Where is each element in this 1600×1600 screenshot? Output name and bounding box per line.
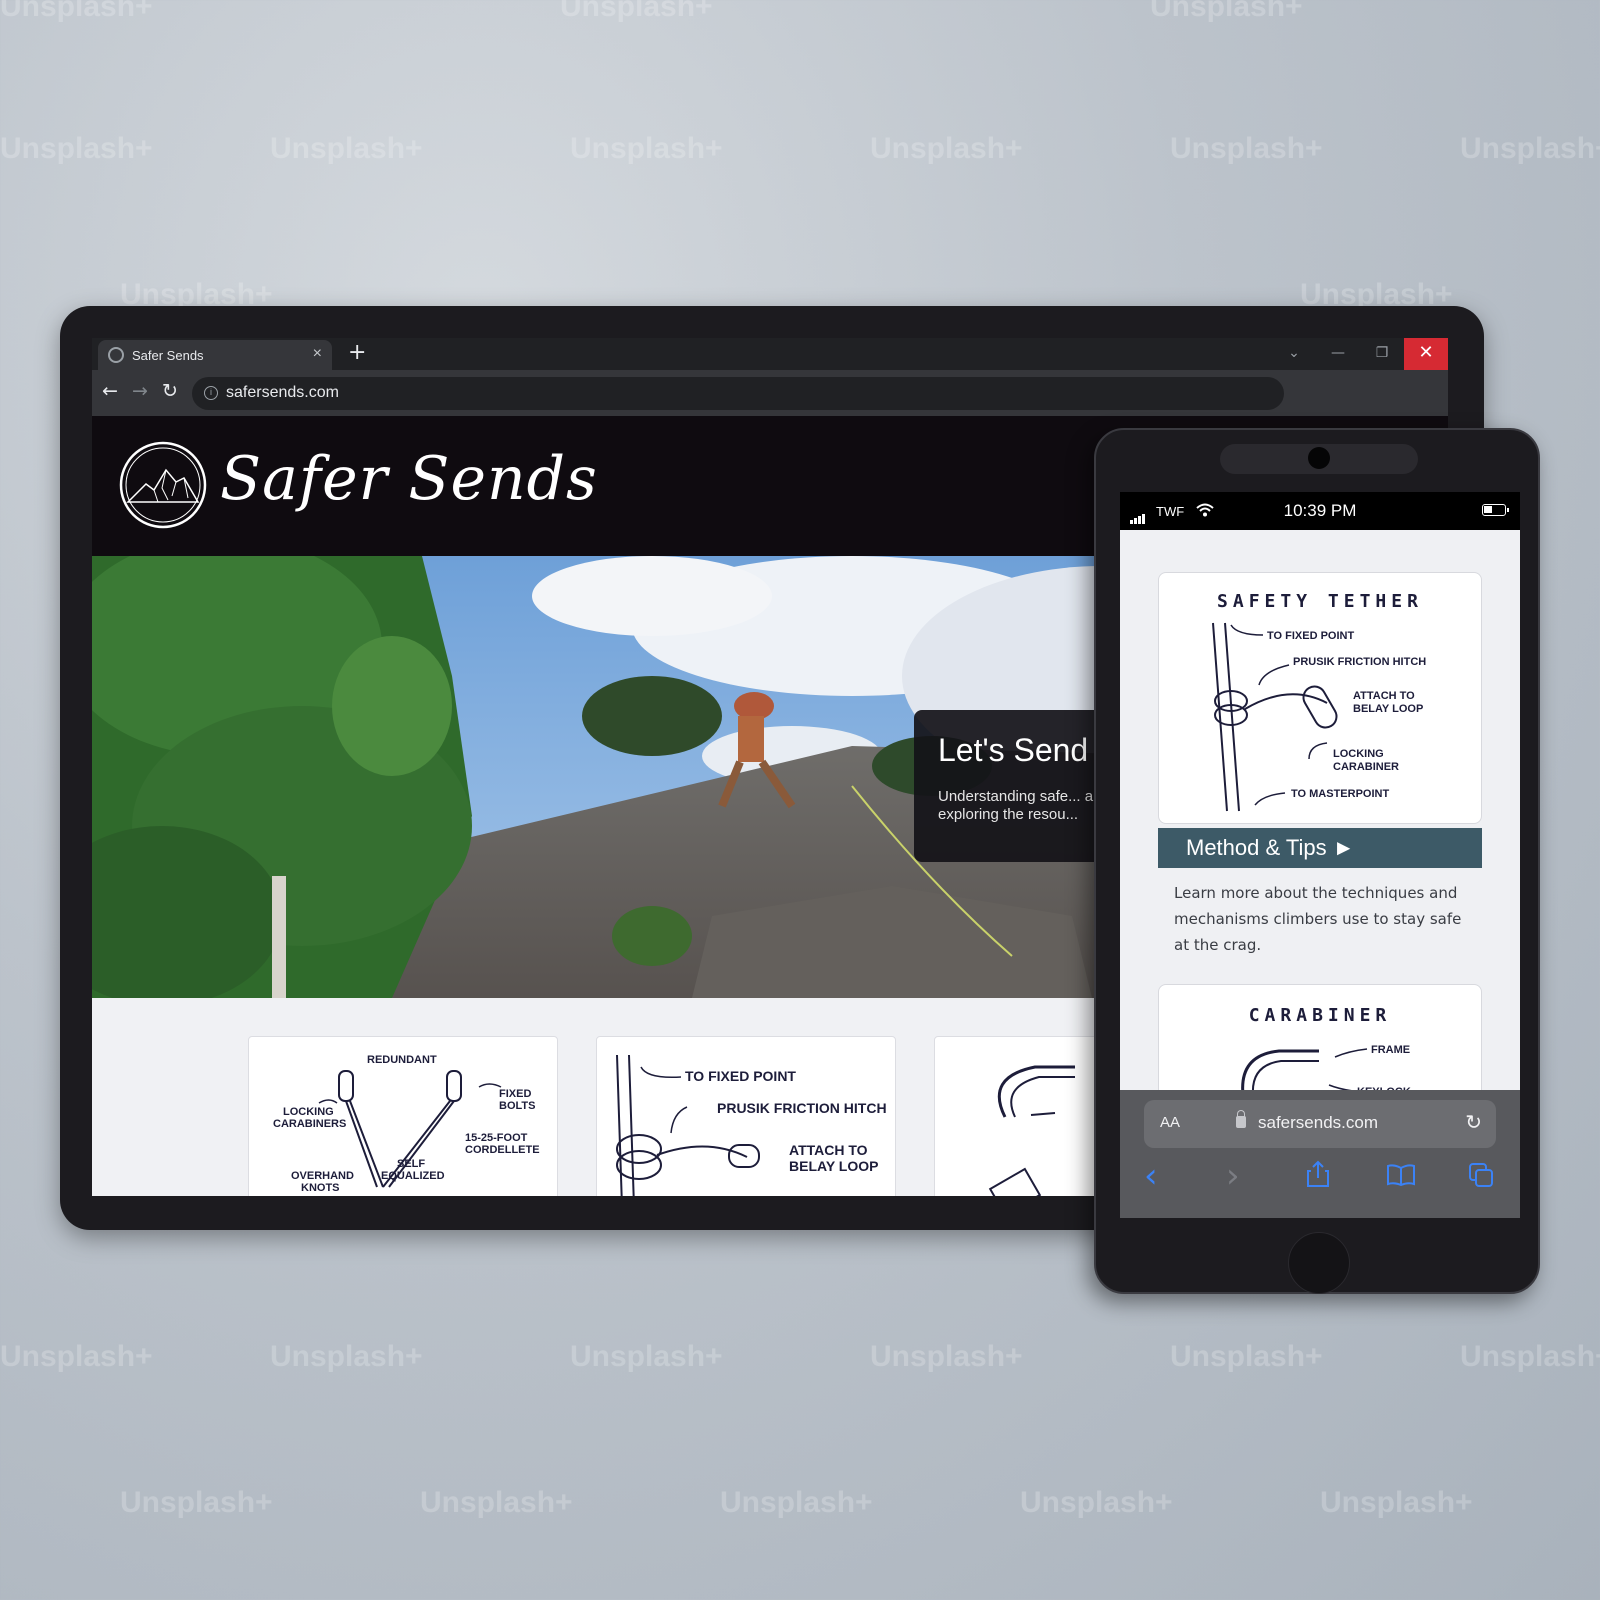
watermark: Unsplash+ [420,1486,573,1519]
tabs-icon[interactable] [1468,1162,1494,1188]
address-bar[interactable]: i safersends.com [192,377,1284,410]
diagram-label: BELAY LOOP [1353,703,1423,715]
camera-icon [1308,447,1330,469]
safari-url: safersends.com [1258,1113,1378,1132]
prusik-diagram-card[interactable]: TO FIXED POINT PRUSIK FRICTION HITCH ATT… [596,1036,896,1196]
diagram-label: FIXED [499,1088,531,1100]
battery-icon [1482,504,1509,516]
diagram-label: 15-25-FOOT [465,1132,528,1144]
home-button[interactable] [1288,1232,1350,1294]
watermark: Unsplash+ [560,0,713,23]
reload-button[interactable]: ↻ [162,380,178,402]
watermark: Unsplash+ [120,1486,273,1519]
watermark: Unsplash+ [1460,132,1600,165]
method-tips-label: Method & Tips ► [1186,835,1355,860]
hero-heading: Let's Send [938,732,1089,768]
diagram-label: LOCKING [283,1106,334,1118]
globe-icon [108,347,124,363]
watermark: Unsplash+ [720,1486,873,1519]
safari-toolbar: AA safersends.com ↻ ‹ › [1120,1090,1520,1218]
diagram-label: REDUNDANT [367,1054,437,1066]
watermark: Unsplash+ [1320,1486,1473,1519]
reader-aa-button[interactable]: AA [1160,1114,1180,1131]
diagram-label: CARABINERS [273,1118,346,1130]
watermark: Unsplash+ [270,1340,423,1373]
browser-tabbar: Safer Sends × + ⌄ — ❐ ✕ [92,338,1448,370]
restore-button[interactable]: ❐ [1360,338,1404,370]
status-bar: TWF 10:39 PM [1120,492,1520,530]
watermark: Unsplash+ [1460,1340,1600,1373]
prusik-diagram: TO FIXED POINT PRUSIK FRICTION HITCH ATT… [616,1054,887,1196]
diagram-label: BOLTS [499,1100,535,1112]
method-tips-button[interactable]: Method & Tips ► [1158,828,1482,868]
watermark: Unsplash+ [0,1340,153,1373]
site-info-icon[interactable]: i [204,386,218,400]
diagram-label: KNOTS [301,1182,340,1194]
diagram-label: ATTACH TO [789,1142,868,1158]
watermark: Unsplash+ [270,132,423,165]
bookmarks-icon[interactable] [1386,1164,1416,1186]
browser-tab[interactable]: Safer Sends × [98,340,332,370]
diagram-label: OVERHAND [291,1170,354,1182]
safari-forward-button[interactable]: › [1226,1156,1240,1196]
tab-search-icon[interactable]: ⌄ [1272,338,1316,370]
diagram-label: CARABINER [1333,761,1399,773]
watermark: Unsplash+ [1170,1340,1323,1373]
anchor-diagram: REDUNDANT LOCKING CARABINERS FIXED BOLTS… [273,1054,540,1194]
card-title: CARABINER [1248,1005,1392,1026]
minimize-button[interactable]: — [1316,338,1360,370]
tab-title: Safer Sends [132,348,204,363]
mobile-phone: TWF 10:39 PM SAFETY TETHER TO FIXED POIN… [1094,428,1540,1294]
diagram-label: TO MASTERPOINT [1291,788,1389,800]
watermark: Unsplash+ [870,132,1023,165]
safari-address-bar[interactable]: AA safersends.com ↻ [1144,1100,1496,1148]
status-time: 10:39 PM [1283,501,1357,520]
watermark: Unsplash+ [870,1340,1023,1373]
watermark: Unsplash+ [0,132,153,165]
window-close-button[interactable]: ✕ [1404,338,1448,370]
lock-icon [1236,1110,1246,1128]
watermark: Unsplash+ [570,1340,723,1373]
mobile-screen: TWF 10:39 PM SAFETY TETHER TO FIXED POIN… [1120,492,1520,1218]
anchor-diagram-card[interactable]: REDUNDANT LOCKING CARABINERS FIXED BOLTS… [248,1036,558,1196]
diagram-label: LOCKING [1333,748,1384,760]
diagram-label: TO FIXED POINT [685,1068,796,1084]
watermark: Unsplash+ [1020,1486,1173,1519]
share-icon[interactable] [1306,1160,1330,1188]
diagram-label: FRAME [1371,1044,1410,1056]
safari-back-button[interactable]: ‹ [1144,1156,1158,1196]
safety-tether-card[interactable]: SAFETY TETHER TO FIXED POINT PRUSIK FRIC… [1158,572,1482,824]
tab-close-icon[interactable]: × [313,345,322,363]
mountain-logo-icon[interactable] [118,440,208,530]
address-url: safersends.com [226,384,339,401]
watermark: Unsplash+ [1170,132,1323,165]
diagram-label: ATTACH TO [1353,690,1415,702]
back-button[interactable]: ← [102,380,118,402]
site-title[interactable]: Safer Sends [220,444,598,514]
browser-toolbar: ← → ↻ i safersends.com [92,370,1448,416]
diagram-label: PRUSIK FRICTION HITCH [1293,656,1426,668]
diagram-label: PRUSIK FRICTION HITCH [717,1100,887,1116]
watermark: Unsplash+ [1150,0,1303,23]
new-tab-button[interactable]: + [348,340,366,365]
method-tips-description: Learn more about the techniques and mech… [1174,884,1462,954]
diagram-label: BELAY LOOP [789,1158,878,1174]
reload-icon[interactable]: ↻ [1465,1110,1482,1135]
diagram-label: CORDELLETE [465,1144,540,1156]
watermark: Unsplash+ [0,0,153,23]
card-title: SAFETY TETHER [1217,591,1423,612]
forward-button[interactable]: → [132,380,148,402]
diagram-label: TO FIXED POINT [1267,630,1354,642]
watermark: Unsplash+ [570,132,723,165]
